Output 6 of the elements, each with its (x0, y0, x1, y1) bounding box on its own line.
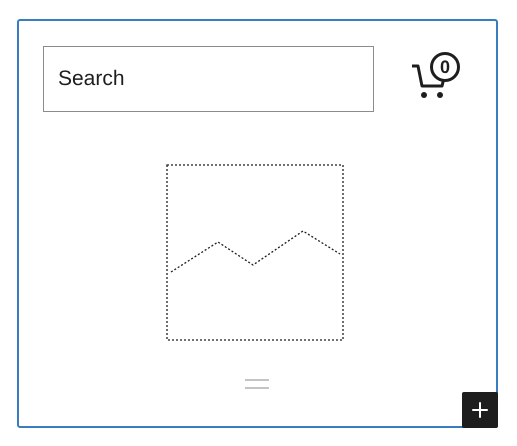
drag-handle-icon[interactable] (244, 378, 270, 390)
add-block-button[interactable] (462, 392, 498, 428)
cart-button[interactable]: 0 (410, 52, 468, 100)
cart-count-badge: 0 (430, 52, 460, 82)
search-field[interactable]: Search (43, 46, 374, 112)
image-placeholder-icon (166, 164, 344, 341)
